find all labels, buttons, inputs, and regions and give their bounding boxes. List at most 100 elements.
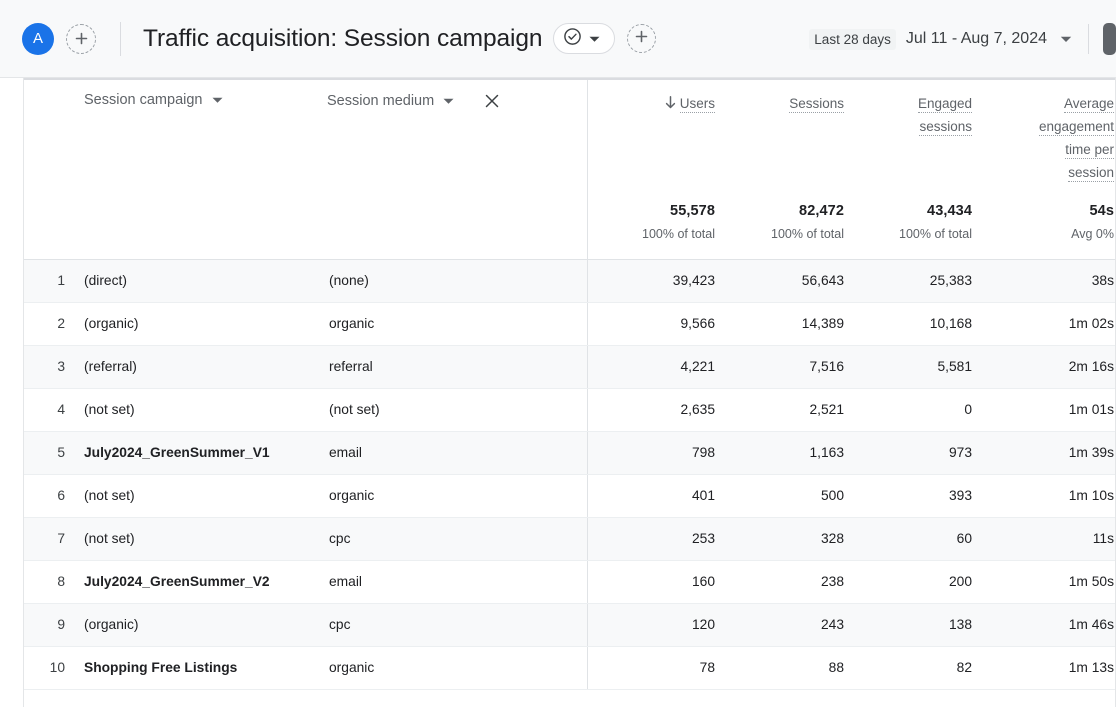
- cell-users: 9,566: [587, 302, 717, 345]
- cell-session-medium: email: [327, 560, 587, 603]
- cell-engaged-sessions: 5,581: [846, 345, 974, 388]
- cell-session-medium: organic: [327, 302, 587, 345]
- close-icon[interactable]: [483, 92, 501, 110]
- left-rail: [0, 78, 24, 707]
- arrow-down-icon: [665, 93, 676, 116]
- chevron-down-icon: [589, 30, 600, 48]
- table-row[interactable]: 8July2024_GreenSummer_V2email1602382001m…: [24, 560, 1116, 603]
- cell-sessions: 500: [717, 474, 846, 517]
- cell-avg-engagement-time: 1m 02s: [974, 302, 1116, 345]
- metric-label: Sessions: [789, 96, 844, 113]
- cell-users: 253: [587, 517, 717, 560]
- table-row[interactable]: 1(direct)(none)39,42356,64325,38338s: [24, 259, 1116, 302]
- totals-engaged: 43,434 100% of total: [846, 197, 974, 259]
- cell-session-medium: organic: [327, 474, 587, 517]
- table-row[interactable]: 7(not set)cpc2533286011s: [24, 517, 1116, 560]
- cell-avg-engagement-time: 1m 46s: [974, 603, 1116, 646]
- cell-session-campaign: (organic): [82, 603, 327, 646]
- totals-dim2: [327, 197, 587, 259]
- cell-sessions: 14,389: [717, 302, 846, 345]
- header-session-campaign[interactable]: Session campaign: [82, 78, 327, 197]
- chevron-down-icon[interactable]: [212, 92, 223, 108]
- cell-session-campaign: (referral): [82, 345, 327, 388]
- table-row[interactable]: 10Shopping Free Listingsorganic7888821m …: [24, 646, 1116, 689]
- chevron-down-icon[interactable]: [443, 93, 454, 109]
- dimension-label: Session medium: [327, 93, 434, 109]
- save-state-pill[interactable]: [553, 23, 615, 54]
- table-row[interactable]: 2(organic)organic9,56614,38910,1681m 02s: [24, 302, 1116, 345]
- row-index: 4: [24, 388, 82, 431]
- cell-engaged-sessions: 138: [846, 603, 974, 646]
- header-metric-engaged-sessions[interactable]: Engaged sessions: [846, 78, 974, 197]
- cell-engaged-sessions: 393: [846, 474, 974, 517]
- data-table-card: Session campaign Session medium: [24, 78, 1116, 707]
- cell-avg-engagement-time: 1m 50s: [974, 560, 1116, 603]
- metric-label-line1: Average: [1064, 96, 1114, 113]
- cell-session-medium: (not set): [327, 388, 587, 431]
- cell-users: 39,423: [587, 259, 717, 302]
- cell-engaged-sessions: 0: [846, 388, 974, 431]
- cell-engaged-sessions: 973: [846, 431, 974, 474]
- header-metric-sessions[interactable]: Sessions: [717, 78, 846, 197]
- add-property-button[interactable]: [66, 24, 96, 54]
- cell-session-medium: cpc: [327, 517, 587, 560]
- cell-sessions: 2,521: [717, 388, 846, 431]
- cell-users: 4,221: [587, 345, 717, 388]
- metric-label-line3: time per: [1065, 142, 1114, 159]
- cell-engaged-sessions: 82: [846, 646, 974, 689]
- table-row[interactable]: 3(referral)referral4,2217,5165,5812m 16s: [24, 345, 1116, 388]
- cell-session-campaign: (not set): [82, 474, 327, 517]
- header-metric-avg-engagement-time[interactable]: Average engagement time per session: [974, 78, 1116, 197]
- plus-icon: [74, 31, 89, 46]
- cell-avg-engagement-time: 11s: [974, 517, 1116, 560]
- row-index: 6: [24, 474, 82, 517]
- toolbar-divider: [120, 22, 121, 56]
- totals-users-value: 55,578: [588, 197, 716, 219]
- header-metric-users[interactable]: Users: [587, 78, 717, 197]
- table-row[interactable]: 5July2024_GreenSummer_V1email7981,163973…: [24, 431, 1116, 474]
- totals-sessions: 82,472 100% of total: [717, 197, 846, 259]
- avatar[interactable]: A: [22, 23, 54, 55]
- cell-users: 120: [587, 603, 717, 646]
- row-index: 9: [24, 603, 82, 646]
- row-index: 2: [24, 302, 82, 345]
- row-index: 5: [24, 431, 82, 474]
- metric-label-line2: sessions: [919, 119, 972, 136]
- vertical-scrollbar-thumb[interactable]: [1103, 23, 1116, 55]
- table-row[interactable]: 4(not set)(not set)2,6352,52101m 01s: [24, 388, 1116, 431]
- cell-sessions: 7,516: [717, 345, 846, 388]
- metric-label-line4: session: [1068, 165, 1114, 182]
- totals-engaged-value: 43,434: [846, 197, 972, 219]
- date-range-caret[interactable]: [1060, 30, 1072, 48]
- date-preset-chip[interactable]: Last 28 days: [809, 29, 896, 50]
- totals-users-subtext: 100% of total: [588, 219, 716, 241]
- add-comparison-button[interactable]: [627, 24, 656, 53]
- cell-engaged-sessions: 200: [846, 560, 974, 603]
- table-row[interactable]: 6(not set)organic4015003931m 10s: [24, 474, 1116, 517]
- cell-avg-engagement-time: 1m 01s: [974, 388, 1116, 431]
- header-index: [24, 78, 82, 197]
- cell-avg-engagement-time: 1m 39s: [974, 431, 1116, 474]
- cell-session-campaign: July2024_GreenSummer_V1: [82, 431, 327, 474]
- date-range-label[interactable]: Jul 11 - Aug 7, 2024: [906, 30, 1047, 48]
- totals-engaged-subtext: 100% of total: [846, 219, 972, 241]
- header-session-medium[interactable]: Session medium: [327, 78, 587, 197]
- avatar-letter: A: [33, 30, 43, 47]
- report-body: Session campaign Session medium: [0, 78, 1116, 707]
- table-row[interactable]: 9(organic)cpc1202431381m 46s: [24, 603, 1116, 646]
- totals-avg-time-subtext: Avg 0%: [974, 219, 1114, 241]
- cell-users: 160: [587, 560, 717, 603]
- cell-engaged-sessions: 60: [846, 517, 974, 560]
- cell-sessions: 1,163: [717, 431, 846, 474]
- metric-label-line1: Engaged: [918, 96, 972, 113]
- cell-sessions: 243: [717, 603, 846, 646]
- dimension-label: Session campaign: [84, 92, 203, 108]
- cell-session-medium: (none): [327, 259, 587, 302]
- totals-dim1: [82, 197, 327, 259]
- cell-engaged-sessions: 25,383: [846, 259, 974, 302]
- totals-row: 55,578 100% of total 82,472 100% of tota…: [24, 197, 1116, 259]
- row-index: 8: [24, 560, 82, 603]
- plus-icon: [634, 29, 649, 49]
- cell-avg-engagement-time: 2m 16s: [974, 345, 1116, 388]
- cell-engaged-sessions: 10,168: [846, 302, 974, 345]
